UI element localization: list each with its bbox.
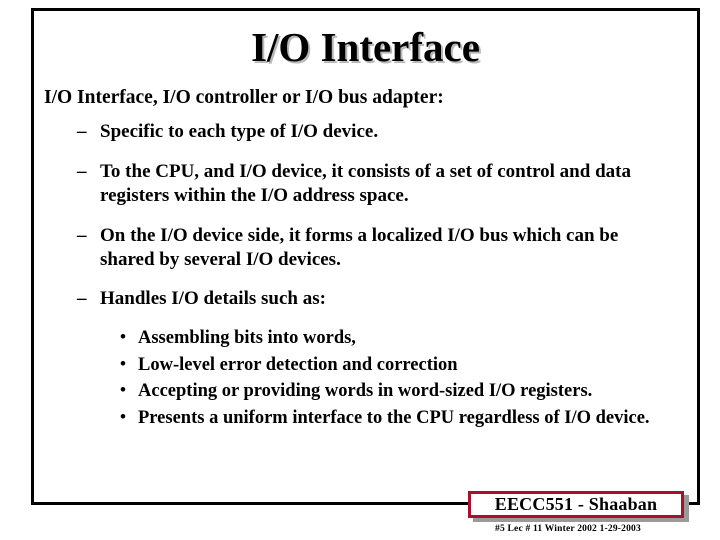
bullet-item: – To the CPU, and I/O device, it consist… [44,160,638,208]
sub-bullet-item: • Low-level error detection and correcti… [44,354,684,377]
sub-bullet-list: • Assembling bits into words, • Low-leve… [44,327,694,430]
dot-bullet-icon: • [120,353,126,373]
footer-badge: EECC551 - Shaaban [468,491,684,518]
dash-bullet-icon: – [77,224,87,246]
bullet-text: To the CPU, and I/O device, it consists … [100,160,631,206]
sub-bullet-item: • Presents a uniform interface to the CP… [44,407,684,430]
bullet-text: Specific to each type of I/O device. [100,120,379,142]
bullet-item: – Specific to each type of I/O device. [44,120,638,144]
sub-bullet-text: Presents a uniform interface to the CPU … [138,407,650,428]
slide-body: I/O Interface, I/O controller or I/O bus… [44,86,694,433]
sub-bullet-item: • Assembling bits into words, [44,327,684,350]
sub-bullet-item: • Accepting or providing words in word-s… [44,380,684,403]
bullet-text: On the I/O device side, it forms a local… [100,224,619,270]
footer-badge-label: EECC551 - Shaaban [494,494,658,514]
bullet-item: – On the I/O device side, it forms a loc… [44,224,638,272]
lead-paragraph: I/O Interface, I/O controller or I/O bus… [44,87,444,108]
dot-bullet-icon: • [120,406,126,426]
bullet-item: – Handles I/O details such as: [44,287,638,311]
dash-bullet-icon: – [77,120,87,142]
dot-bullet-icon: • [120,327,126,347]
sub-bullet-text: Assembling bits into words, [138,328,356,349]
footer-note: #5 Lec # 11 Winter 2002 1-29-2003 [495,524,641,534]
sub-bullet-text: Low-level error detection and correction [138,354,458,375]
dot-bullet-icon: • [120,380,126,400]
page-title: I/O Interface [251,24,480,70]
bullet-text: Handles I/O details such as: [100,288,326,310]
dash-bullet-icon: – [77,288,87,310]
sub-bullet-text: Accepting or providing words in word-siz… [138,381,593,402]
slide-canvas: I/O Interface I/O Interface, I/O control… [0,0,720,540]
dash-bullet-icon: – [77,160,87,182]
